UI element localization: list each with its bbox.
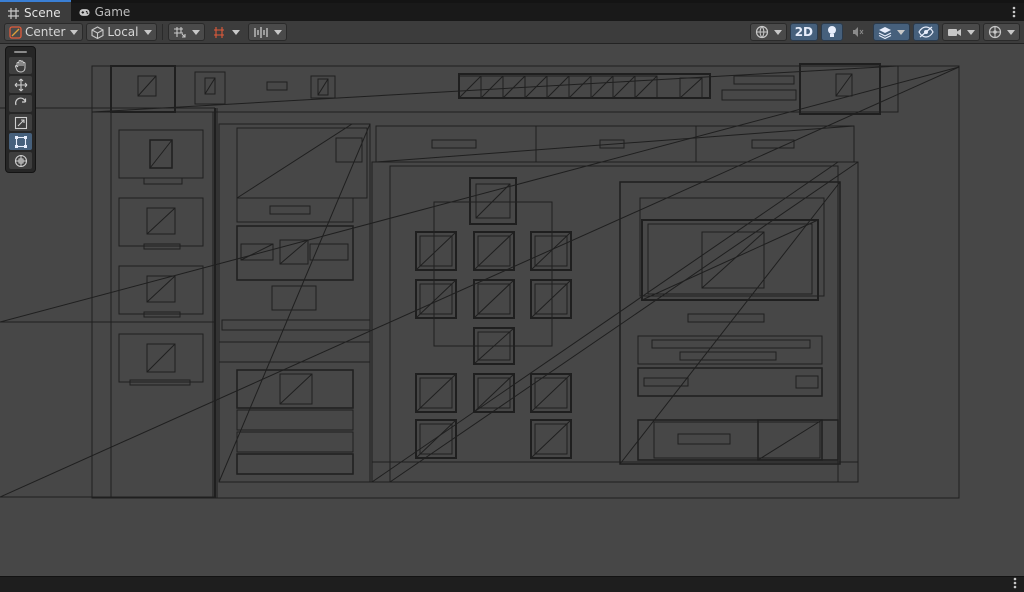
hand-tool-button[interactable]: [9, 57, 32, 74]
pivot-mode-label: Center: [25, 25, 66, 39]
transform-tool-button[interactable]: [9, 152, 32, 169]
layers-effects-icon: [878, 26, 892, 39]
inventory-grid: [415, 177, 572, 459]
sidebar-slot-3: [118, 265, 204, 318]
grid-snapping-dropdown[interactable]: [167, 23, 205, 41]
kebab-menu-icon: [1012, 6, 1016, 18]
lightbulb-icon: [828, 26, 836, 37]
gizmo-sphere-icon: [988, 25, 1002, 39]
chevron-down-icon: [1007, 29, 1015, 35]
move-tool-button[interactable]: [9, 76, 32, 93]
rotate-icon: [14, 97, 26, 105]
chevron-down-icon: [273, 29, 282, 35]
scale-tool-button[interactable]: [9, 114, 32, 131]
pivot-rotation-dropdown[interactable]: Local: [86, 23, 157, 41]
toggle-audio-button[interactable]: [846, 23, 870, 41]
window-tab-bar: Scene Game: [0, 0, 1024, 24]
pivot-mode-dropdown[interactable]: Center: [4, 23, 84, 41]
rotate-tool-button[interactable]: [9, 95, 32, 112]
chevron-down-icon: [70, 29, 79, 35]
globe-shading-icon: [755, 25, 768, 39]
window-menu-button[interactable]: [1004, 3, 1024, 21]
effects-dropdown[interactable]: [873, 23, 910, 41]
eye-hidden-icon: [918, 26, 934, 38]
tab-game-label: Game: [94, 5, 131, 19]
pivot-rotation-label: Local: [107, 25, 139, 39]
scene-visibility-button[interactable]: [913, 23, 939, 41]
toggle-2d-button[interactable]: 2D: [789, 23, 818, 41]
pivot-center-icon: [9, 25, 22, 39]
toggle-lighting-button[interactable]: [821, 23, 843, 41]
move-arrows-icon: [14, 78, 27, 91]
increment-snap-icon: [213, 26, 224, 38]
rect-transform-icon: [14, 135, 27, 148]
gizmos-dropdown[interactable]: [983, 23, 1020, 41]
chevron-down-icon: [191, 29, 200, 35]
camera-icon: [948, 28, 961, 36]
canvas-bounds: [91, 65, 960, 499]
header-left-box: [110, 65, 176, 113]
draw-mode-dropdown[interactable]: [749, 23, 787, 41]
hand-icon: [14, 59, 25, 73]
tab-scene-label: Scene: [24, 6, 61, 20]
camera-settings-dropdown[interactable]: [942, 23, 980, 41]
increment-snap-dropdown[interactable]: [208, 23, 245, 41]
sidebar-slot-2: [118, 197, 204, 250]
scene-viewport[interactable]: [0, 44, 1024, 576]
kebab-menu-icon: [1013, 577, 1017, 589]
grid-snap-icon: [173, 26, 186, 38]
scale-icon: [14, 116, 27, 129]
gamepad-icon: [79, 7, 90, 18]
tab-game[interactable]: Game: [71, 3, 141, 21]
tools-overlay: [5, 46, 36, 173]
main-content-panel: [371, 161, 859, 483]
scene-toolbar: Center Local 2D: [0, 21, 1024, 44]
bottom-status-bar: [0, 576, 1024, 592]
align-bars-icon: [253, 26, 268, 38]
toggle-2d-label: 2D: [794, 25, 813, 39]
align-dropdown[interactable]: [247, 23, 287, 41]
sidebar-slot-4: [118, 333, 204, 386]
chevron-down-icon: [231, 29, 240, 35]
grid-icon: [8, 7, 19, 19]
toolbar-divider: [161, 24, 163, 40]
local-cube-icon: [91, 25, 104, 39]
sidebar-slot-1: [118, 129, 204, 185]
header-tab-strip: [458, 73, 711, 99]
rect-tool-button[interactable]: [9, 133, 32, 150]
transform-combo-icon: [14, 154, 27, 167]
scene-wireframe-canvas: [0, 63, 960, 499]
bottom-menu-button[interactable]: [1013, 577, 1017, 592]
chevron-down-icon: [897, 29, 905, 35]
overlay-drag-handle[interactable]: [9, 49, 32, 55]
audio-mute-icon: [853, 27, 864, 37]
chevron-down-icon: [143, 29, 152, 35]
canvas-diagonal-2: [0, 66, 960, 498]
chevron-down-icon: [967, 29, 975, 35]
chevron-down-icon: [773, 29, 782, 35]
